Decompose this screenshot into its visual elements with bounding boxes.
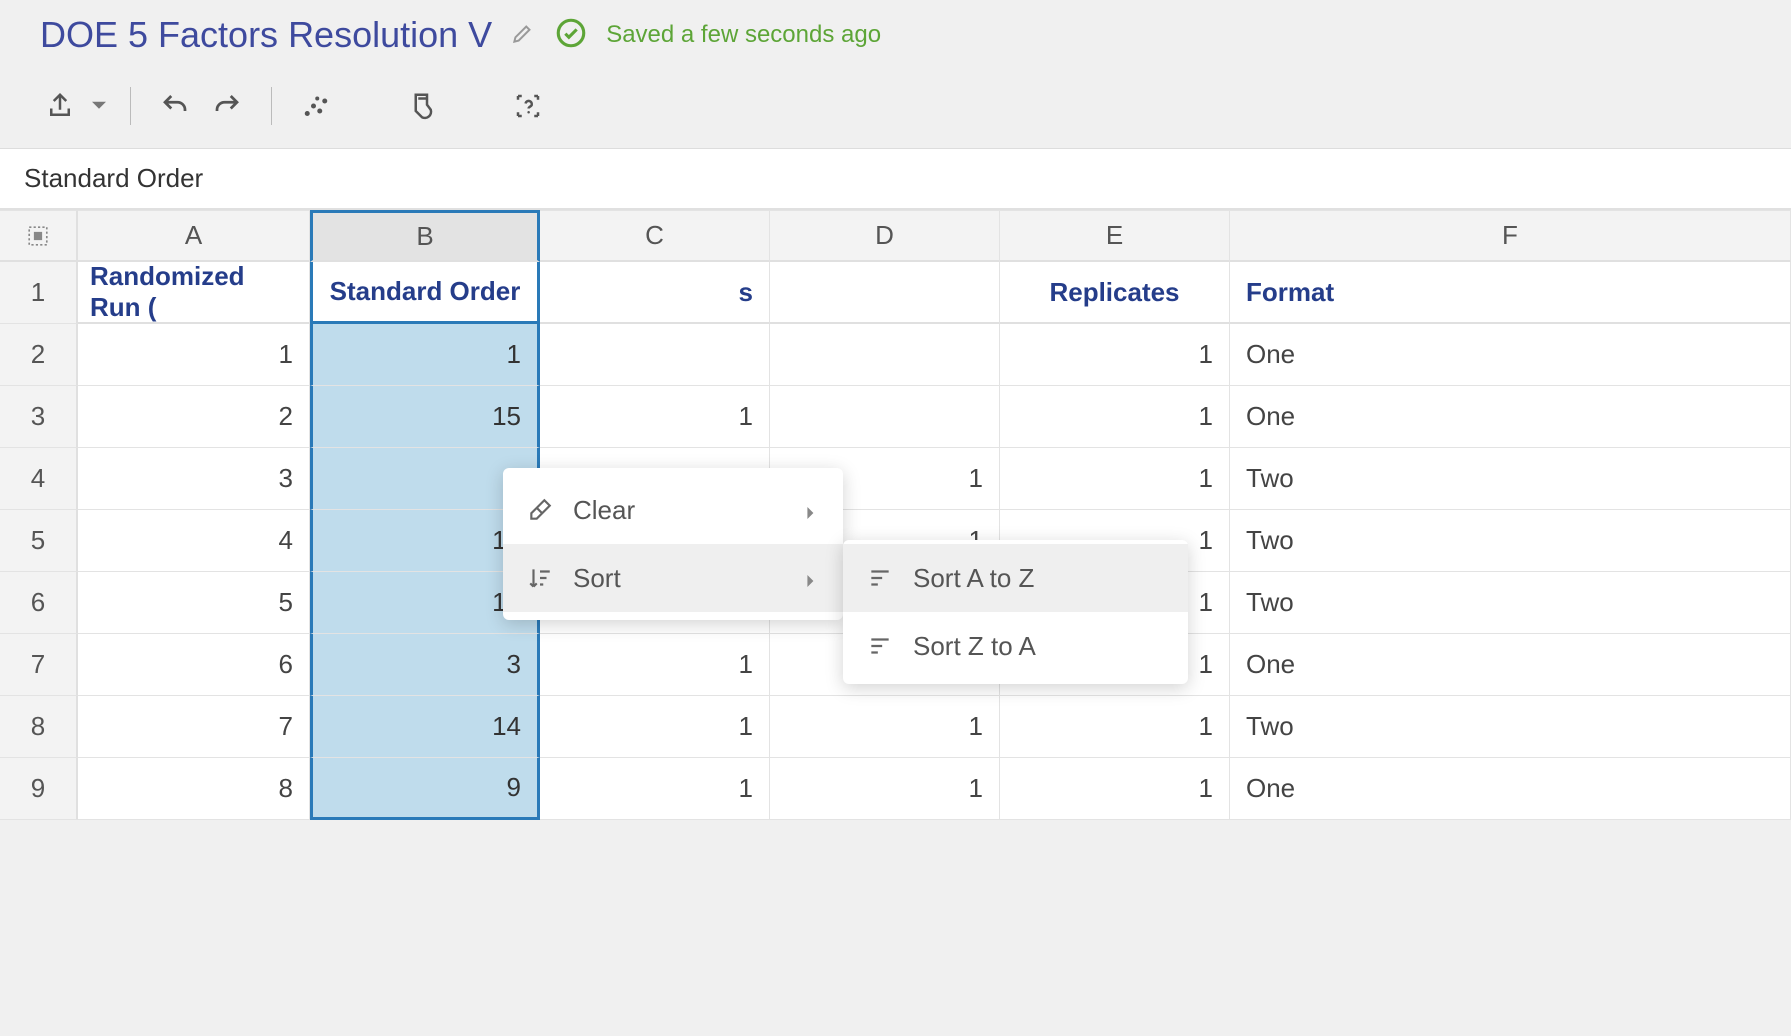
table-row: 2 1 1 1 One [0,324,1791,386]
row-head[interactable]: 9 [0,758,78,820]
menu-label: Sort Z to A [913,631,1036,662]
chevron-right-icon [805,563,821,594]
pencil-icon[interactable] [510,20,536,51]
row-head[interactable]: 3 [0,386,78,448]
field-E[interactable]: Replicates [1000,262,1230,324]
cell[interactable]: 1 [770,758,1000,820]
cell[interactable]: 9 [310,758,540,820]
row-head[interactable]: 1 [0,262,78,324]
col-head-D[interactable]: D [770,210,1000,262]
column-header-row: A B C D E F [0,210,1791,262]
menu-sort[interactable]: Sort [503,544,843,612]
col-head-F[interactable]: F [1230,210,1791,262]
field-D[interactable] [770,262,1000,324]
cell[interactable]: Two [1230,572,1791,634]
cell[interactable]: One [1230,386,1791,448]
question-box-icon[interactable] [502,82,554,130]
field-A[interactable]: Randomized Run ( [78,262,310,324]
field-header-row: 1 Randomized Run ( Standard Order s Repl… [0,262,1791,324]
cell[interactable]: 1 [540,634,770,696]
eraser-icon [525,497,555,523]
share-icon[interactable] [34,82,86,130]
menu-label: Clear [573,495,635,526]
menu-label: Sort [573,563,621,594]
chevron-down-icon[interactable] [86,99,112,113]
field-C[interactable]: s [540,262,770,324]
cell[interactable]: 5 [78,572,310,634]
field-F[interactable]: Format [1230,262,1791,324]
cell[interactable]: 3 [310,634,540,696]
scatter-icon[interactable] [290,82,342,130]
sort-submenu: Sort A to Z Sort Z to A [843,540,1188,684]
spreadsheet: A B C D E F 1 Randomized Run ( Standard … [0,210,1791,820]
menu-label: Sort A to Z [913,563,1034,594]
cell[interactable]: 1 [1000,696,1230,758]
cell[interactable] [540,324,770,386]
cell[interactable]: Two [1230,448,1791,510]
cell[interactable]: One [1230,324,1791,386]
cell[interactable] [770,324,1000,386]
cell[interactable] [770,386,1000,448]
undo-icon[interactable] [149,82,201,130]
toolbar [0,70,1791,149]
cell[interactable]: One [1230,634,1791,696]
cell[interactable]: 3 [78,448,310,510]
cell[interactable]: Two [1230,510,1791,572]
sock-icon[interactable] [396,82,448,130]
cell[interactable]: 8 [78,758,310,820]
name-box[interactable]: Standard Order [0,149,1791,210]
separator [271,87,272,125]
table-row: 3 2 15 1 1 One [0,386,1791,448]
cell[interactable]: 1 [310,324,540,386]
cell[interactable]: One [1230,758,1791,820]
row-head[interactable]: 7 [0,634,78,696]
cell[interactable]: 6 [78,634,310,696]
cell[interactable]: 4 [78,510,310,572]
context-menu: Clear Sort [503,468,843,620]
cell[interactable]: 1 [1000,386,1230,448]
row-head[interactable]: 5 [0,510,78,572]
redo-icon[interactable] [201,82,253,130]
chevron-right-icon [805,495,821,526]
table-row: 9 8 9 1 1 1 One [0,758,1791,820]
cell[interactable]: 1 [1000,324,1230,386]
col-head-E[interactable]: E [1000,210,1230,262]
row-head[interactable]: 4 [0,448,78,510]
sort-icon [525,565,555,591]
separator [130,87,131,125]
check-circle-icon [554,16,588,55]
cell[interactable]: 2 [78,386,310,448]
cell[interactable]: 1 [540,386,770,448]
cell[interactable]: 1 [78,324,310,386]
sort-asc-icon [865,565,895,591]
table-row: 4 3 8 1 1 1 Two [0,448,1791,510]
cell[interactable]: 1 [770,696,1000,758]
menu-sort-za[interactable]: Sort Z to A [843,612,1188,680]
cell[interactable]: 15 [310,386,540,448]
row-head[interactable]: 8 [0,696,78,758]
cell[interactable]: 1 [540,758,770,820]
menu-sort-az[interactable]: Sort A to Z [843,544,1188,612]
sort-desc-icon [865,633,895,659]
title-bar: DOE 5 Factors Resolution V Saved a few s… [0,0,1791,70]
col-head-B[interactable]: B [310,210,540,262]
cell[interactable]: 1 [540,696,770,758]
field-B[interactable]: Standard Order [310,262,540,324]
select-all-corner[interactable] [0,210,78,262]
page-title: DOE 5 Factors Resolution V [40,14,492,56]
cell[interactable]: 1 [1000,758,1230,820]
col-head-C[interactable]: C [540,210,770,262]
cell[interactable]: 7 [78,696,310,758]
col-head-A[interactable]: A [78,210,310,262]
saved-status: Saved a few seconds ago [606,21,881,49]
row-head[interactable]: 6 [0,572,78,634]
row-head[interactable]: 2 [0,324,78,386]
cell[interactable]: 1 [1000,448,1230,510]
cell[interactable]: Two [1230,696,1791,758]
table-row: 8 7 14 1 1 1 Two [0,696,1791,758]
cell[interactable]: 14 [310,696,540,758]
menu-clear[interactable]: Clear [503,476,843,544]
